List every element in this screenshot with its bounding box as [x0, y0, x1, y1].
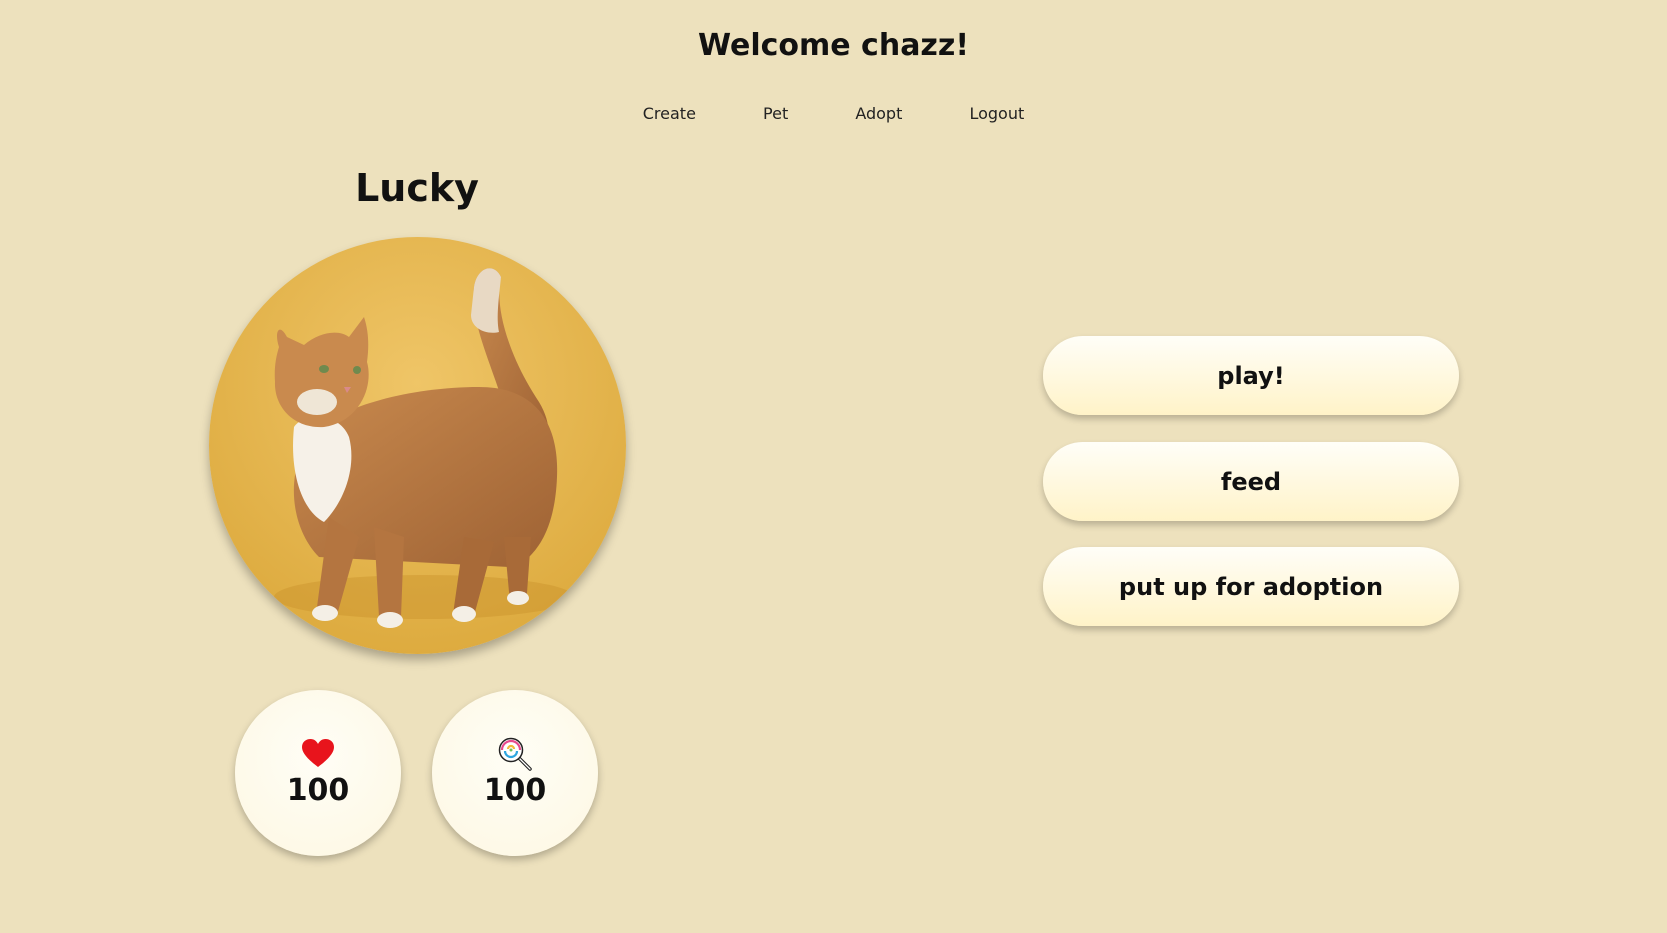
nav-pet-link[interactable]: Pet	[763, 104, 788, 123]
put-up-for-adoption-button[interactable]: put up for adoption	[1043, 547, 1459, 626]
play-button[interactable]: play!	[1043, 336, 1459, 415]
lollipop-icon	[498, 737, 532, 771]
nav-logout-link[interactable]: Logout	[969, 104, 1024, 123]
health-value: 100	[286, 773, 350, 808]
welcome-heading: Welcome chazz!	[697, 28, 970, 63]
hunger-stat: 100	[432, 690, 598, 856]
health-stat: 100	[235, 690, 401, 856]
nav-create-link[interactable]: Create	[643, 104, 696, 123]
heart-icon	[302, 739, 334, 767]
main-nav: Create Pet Adopt Logout	[0, 104, 1667, 123]
cat-illustration	[209, 237, 626, 654]
hunger-value: 100	[483, 773, 547, 808]
feed-button[interactable]: feed	[1043, 442, 1459, 521]
pet-photo	[209, 237, 626, 654]
pet-name: Lucky	[355, 166, 479, 210]
nav-adopt-link[interactable]: Adopt	[855, 104, 902, 123]
